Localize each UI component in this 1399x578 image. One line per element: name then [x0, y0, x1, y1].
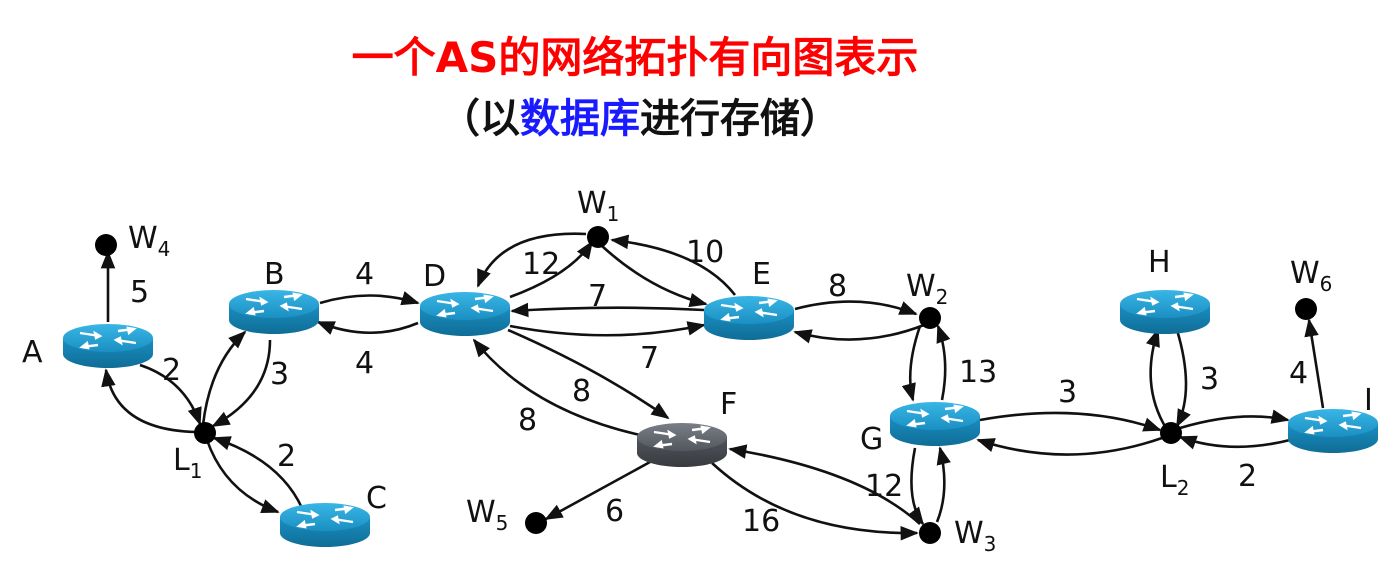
edge-W2-E [793, 323, 925, 344]
edge-I-W6 [1304, 318, 1325, 409]
label-W3: W3 [954, 516, 996, 556]
label-E: E [752, 257, 771, 292]
label-L1: L1 [173, 443, 202, 483]
label-H: H [1148, 245, 1171, 280]
router-B[interactable] [227, 288, 321, 336]
weight-G-L2: 3 [1058, 375, 1077, 410]
label-W6: W6 [1290, 256, 1332, 296]
label-W4: W4 [128, 221, 170, 261]
edge-D-B [316, 320, 419, 335]
network-graph: 5 2 3 2 4 4 12 10 7 7 8 8 8 6 16 13 12 3… [22, 186, 1380, 556]
edge-L2-G [976, 436, 1163, 456]
weight-I-L2: 2 [1238, 459, 1257, 494]
edge-D-E [509, 321, 706, 337]
weight-E-D: 7 [588, 279, 607, 314]
router-C[interactable] [278, 501, 372, 549]
router-G[interactable] [888, 400, 982, 448]
label-F: F [720, 387, 737, 422]
host-W4[interactable] [95, 234, 117, 256]
edge-E-W2 [794, 300, 918, 316]
weight-D-B: 4 [355, 346, 374, 381]
host-W5[interactable] [525, 512, 547, 534]
weight-F-D: 8 [518, 403, 537, 438]
edge-G-W3 [907, 447, 925, 526]
edge-B-D [319, 291, 420, 306]
label-B: B [264, 257, 285, 292]
edge-L2-I [1179, 409, 1290, 430]
edge-W2-G [901, 325, 922, 402]
router-A[interactable] [61, 322, 155, 370]
hub-L1[interactable] [194, 422, 216, 444]
router-D[interactable] [418, 290, 512, 338]
weight-W2-G: 13 [959, 355, 997, 390]
label-W2: W2 [906, 269, 948, 309]
edge-B-L1 [211, 339, 272, 428]
hub-L2[interactable] [1160, 422, 1182, 444]
weight-A-L1: 2 [162, 353, 181, 388]
weight-D-E: 7 [640, 341, 659, 376]
host-W6[interactable] [1295, 298, 1317, 320]
weight-F-W5: 6 [605, 494, 624, 529]
weight-B-D: 4 [355, 257, 374, 292]
edge-I-L2 [1178, 435, 1291, 450]
host-W2[interactable] [919, 307, 941, 329]
label-G: G [860, 422, 883, 457]
label-I: I [1364, 383, 1373, 418]
router-F[interactable] [635, 421, 729, 469]
weight-E-W1: 10 [686, 235, 724, 270]
edge-L1-B [201, 330, 247, 426]
edge-W3-G [935, 446, 951, 523]
label-D: D [423, 259, 446, 294]
weight-F-W3: 16 [742, 504, 780, 539]
edge-G-L2 [979, 411, 1162, 432]
edge-H-L2 [1175, 329, 1191, 428]
edge-F-D [472, 338, 641, 437]
weight-D-F: 8 [572, 374, 591, 409]
label-A: A [22, 335, 43, 370]
edge-G-W2 [936, 324, 951, 401]
label-W5: W5 [466, 495, 508, 535]
weight-E-W2: 8 [828, 269, 847, 304]
host-W1[interactable] [587, 226, 609, 248]
weight-H-L2: 3 [1200, 362, 1219, 397]
weight-G-W3: 12 [865, 469, 903, 504]
edge-L2-H [1145, 328, 1168, 429]
weight-B-L1: 3 [270, 357, 289, 392]
edge-E-D [510, 302, 705, 318]
weight-I-W6: 4 [1289, 356, 1308, 391]
label-L2: L2 [1160, 460, 1189, 500]
edge-F-W5 [544, 460, 651, 521]
router-E[interactable] [702, 294, 796, 342]
host-W3[interactable] [919, 522, 941, 544]
label-W1: W1 [577, 186, 619, 226]
weight-A-W4: 5 [130, 275, 149, 310]
router-H[interactable] [1118, 288, 1212, 336]
label-C: C [366, 481, 387, 516]
edge-L1-A [101, 368, 197, 434]
weight-C-L1: 2 [277, 439, 296, 474]
weight-D-W1: 12 [522, 247, 560, 282]
